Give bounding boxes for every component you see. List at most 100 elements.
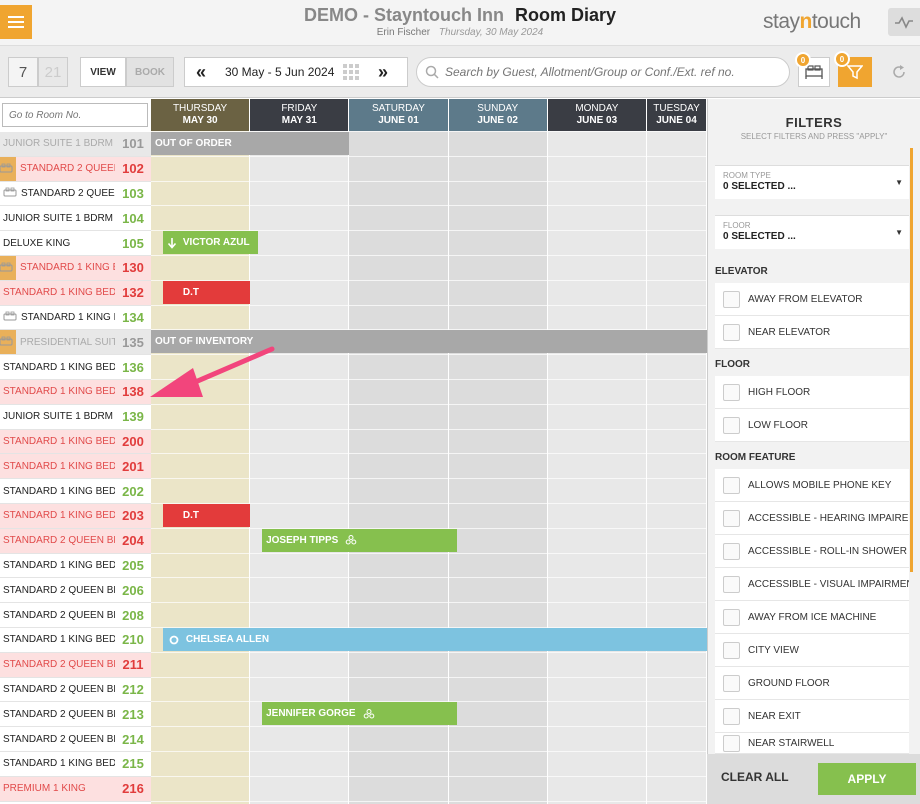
checkbox[interactable] bbox=[723, 383, 740, 401]
room-row[interactable]: STANDARD 1 KING BED 130 bbox=[0, 255, 151, 281]
room-row[interactable]: PRESIDENTIAL SUITE 135 bbox=[0, 330, 151, 356]
calendar-grid-icon[interactable] bbox=[343, 64, 361, 80]
apply-button[interactable]: APPLY bbox=[818, 763, 916, 795]
room-row[interactable]: JUNIOR SUITE 1 BDRM 1 KING 139 bbox=[0, 404, 151, 430]
room-row[interactable]: STANDARD 2 QUEEN BEDS 211 bbox=[0, 652, 151, 678]
room-row[interactable]: STANDARD 1 KING BED 132 bbox=[0, 280, 151, 306]
reservation-bar[interactable]: VICTOR AZUL bbox=[162, 231, 259, 255]
filter-option[interactable]: AWAY FROM ICE MACHINE bbox=[715, 601, 909, 634]
day-column[interactable] bbox=[448, 131, 548, 804]
filter-option[interactable]: NEAR ELEVATOR bbox=[715, 316, 909, 349]
go-to-room-input[interactable] bbox=[2, 103, 148, 127]
room-row[interactable]: JUNIOR SUITE 1 BDRM 1 KING 104 bbox=[0, 206, 151, 232]
reservation-bar[interactable]: D.T bbox=[162, 504, 251, 527]
checkbox[interactable] bbox=[723, 509, 740, 527]
reservation-bar[interactable]: JENNIFER GORGE bbox=[262, 702, 457, 726]
checkbox[interactable] bbox=[723, 674, 740, 692]
room-block-band[interactable]: OUT OF INVENTORY bbox=[151, 330, 707, 354]
checkbox[interactable] bbox=[723, 641, 740, 659]
room-block-band[interactable]: OUT OF ORDER bbox=[151, 132, 350, 155]
filters-hint: SELECT FILTERS AND PRESS "APPLY" bbox=[740, 132, 888, 141]
checkbox[interactable] bbox=[723, 416, 740, 434]
checkbox[interactable] bbox=[723, 290, 740, 308]
room-number: 136 bbox=[122, 359, 144, 375]
room-row[interactable]: DELUXE KING 105 bbox=[0, 231, 151, 256]
room-row[interactable]: STANDARD 2 QUEEN BEDS 213 bbox=[0, 702, 151, 728]
filter-option[interactable]: ACCESSIBLE - ROLL-IN SHOWER bbox=[715, 535, 909, 568]
previous-period-button[interactable]: « bbox=[185, 58, 217, 86]
room-row[interactable]: STANDARD 1 KING BED 200 bbox=[0, 429, 151, 455]
room-row[interactable]: STANDARD 1 KING BED 202 bbox=[0, 479, 151, 504]
checkbox[interactable] bbox=[723, 608, 740, 626]
room-number: 130 bbox=[122, 260, 144, 276]
filter-option[interactable]: CITY VIEW bbox=[715, 634, 909, 667]
room-type: JUNIOR SUITE 1 BDRM 1 KING bbox=[3, 138, 115, 150]
reservation-bar[interactable]: D.T bbox=[162, 280, 251, 304]
filter-section-title: FLOOR bbox=[715, 359, 750, 370]
room-row[interactable]: STANDARD 1 KING BED 215 bbox=[0, 752, 151, 777]
room-row[interactable]: STANDARD 1 KING BED 203 bbox=[0, 504, 151, 529]
room-row[interactable]: STANDARD 2 QUEEN BEDS 214 bbox=[0, 727, 151, 752]
day-column[interactable] bbox=[647, 131, 707, 804]
next-period-button[interactable]: » bbox=[367, 58, 399, 86]
filter-option[interactable]: NEAR EXIT bbox=[715, 700, 909, 733]
filter-button[interactable]: 0 bbox=[834, 51, 872, 87]
room-row[interactable]: PREMIUM 1 KING 216 bbox=[0, 776, 151, 802]
filter-option[interactable]: ACCESSIBLE - HEARING IMPAIRED bbox=[715, 502, 909, 535]
room-row[interactable]: STANDARD 1 KING BED 210 bbox=[0, 628, 151, 653]
reservation-bar[interactable]: CHELSEA ALLEN bbox=[162, 628, 707, 651]
room-number: 103 bbox=[122, 185, 144, 201]
room-row[interactable]: STANDARD 1 KING BED 138 bbox=[0, 380, 151, 405]
room-row[interactable]: STANDARD 1 KING BED 136 bbox=[0, 355, 151, 380]
room-row[interactable]: STANDARD 2 QUEEN BEDS 208 bbox=[0, 603, 151, 628]
filters-scrollbar[interactable] bbox=[910, 148, 913, 572]
activity-button[interactable] bbox=[888, 8, 920, 36]
filter-option[interactable]: HIGH FLOOR bbox=[715, 376, 909, 409]
checkbox[interactable] bbox=[723, 476, 740, 494]
room-type-dropdown[interactable]: ROOM TYPE 0 SELECTED ... ▼ bbox=[715, 165, 909, 199]
filter-option[interactable]: LOW FLOOR bbox=[715, 409, 909, 442]
room-row[interactable]: STANDARD 2 QUEEN BEDS 206 bbox=[0, 578, 151, 604]
reservation-bar[interactable]: JOSEPH TIPPS bbox=[262, 528, 457, 552]
day-header[interactable]: SUNDAY JUNE 02 bbox=[448, 99, 548, 131]
filter-option[interactable]: GROUND FLOOR bbox=[715, 667, 909, 700]
room-row[interactable]: STANDARD 2 QUEEN BEDS 204 bbox=[0, 528, 151, 554]
day-date: JUNE 02 bbox=[477, 115, 518, 126]
checkbox[interactable] bbox=[723, 542, 740, 560]
clear-all-button[interactable]: CLEAR ALL bbox=[721, 770, 789, 784]
checkbox[interactable] bbox=[723, 323, 740, 341]
room-row[interactable]: STANDARD 2 QUEEN BEDS 102 bbox=[0, 156, 151, 182]
day-header[interactable]: SATURDAY JUNE 01 bbox=[349, 99, 449, 131]
filter-option[interactable]: AWAY FROM ELEVATOR bbox=[715, 283, 909, 316]
unassigned-rooms-button[interactable]: 0 bbox=[795, 52, 830, 87]
room-row[interactable]: STANDARD 2 QUEEN BEDS 103 bbox=[0, 181, 151, 207]
twentyone-day-view-button[interactable]: 21 bbox=[38, 57, 68, 87]
day-header[interactable]: TUESDAY JUNE 04 bbox=[647, 99, 707, 131]
filter-option[interactable]: ACCESSIBLE - VISUAL IMPAIRMENT bbox=[715, 568, 909, 601]
seven-day-view-button[interactable]: 7 bbox=[8, 57, 38, 87]
room-row[interactable]: JUNIOR SUITE 1 BDRM 1 KING 101 bbox=[0, 132, 151, 157]
search-bar[interactable] bbox=[416, 57, 790, 87]
room-row[interactable]: STANDARD 1 KING BED 134 bbox=[0, 305, 151, 331]
day-column[interactable] bbox=[547, 131, 647, 804]
checkbox[interactable] bbox=[723, 707, 740, 725]
room-row[interactable]: STANDARD 2 QUEEN BEDS 212 bbox=[0, 677, 151, 703]
search-input[interactable] bbox=[445, 65, 775, 79]
filter-option[interactable]: ALLOWS MOBILE PHONE KEY bbox=[715, 469, 909, 502]
chevron-down-icon: ▼ bbox=[895, 178, 903, 187]
checkbox[interactable] bbox=[723, 734, 740, 752]
date-range-label[interactable]: 30 May - 5 Jun 2024 bbox=[225, 65, 343, 79]
refresh-button[interactable] bbox=[882, 57, 916, 87]
filter-option[interactable]: NEAR STAIRWELL bbox=[715, 733, 909, 754]
view-mode-button[interactable]: VIEW bbox=[80, 57, 126, 87]
day-header[interactable]: THURSDAY MAY 30 bbox=[151, 99, 251, 131]
day-header[interactable]: FRIDAY MAY 31 bbox=[250, 99, 350, 131]
day-header[interactable]: MONDAY JUNE 03 bbox=[547, 99, 647, 131]
room-row[interactable]: STANDARD 1 KING BED 201 bbox=[0, 454, 151, 480]
checkbox[interactable] bbox=[723, 575, 740, 593]
grid-row-line bbox=[151, 552, 707, 554]
bed-icon bbox=[0, 262, 13, 272]
room-row[interactable]: STANDARD 1 KING BED 205 bbox=[0, 553, 151, 579]
floor-dropdown[interactable]: FLOOR 0 SELECTED ... ▼ bbox=[715, 215, 909, 249]
book-mode-button[interactable]: BOOK bbox=[126, 57, 174, 87]
